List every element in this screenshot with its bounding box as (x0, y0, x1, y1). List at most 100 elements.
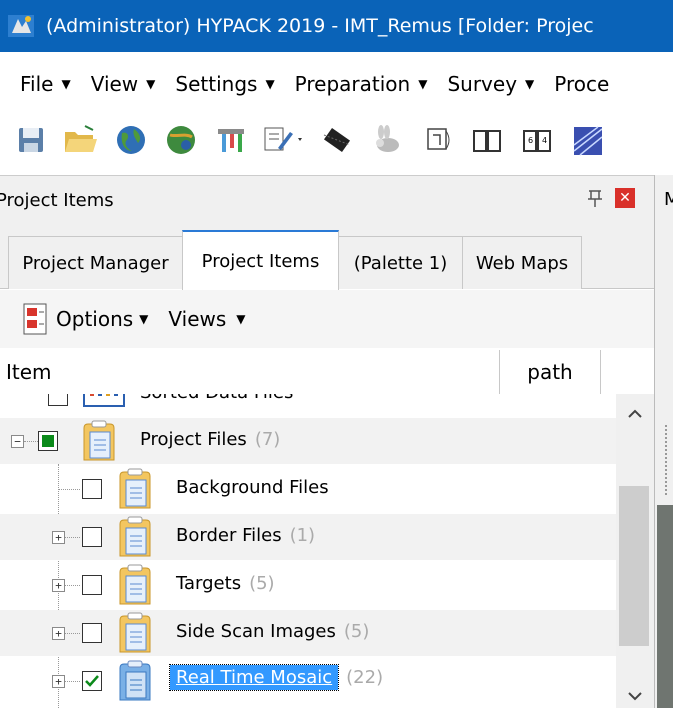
tree-row-project-files[interactable]: − Project Files (7) (0, 418, 616, 464)
open-folder-icon[interactable] (62, 121, 100, 159)
tree-row-sorted-data-files[interactable]: Sorted Data Files (0, 394, 616, 416)
panel-header: Project Items ✕ (0, 175, 654, 225)
menu-settings[interactable]: Settings ▼ (175, 72, 274, 96)
scroll-down-icon[interactable] (616, 684, 654, 708)
adjacent-panel-edge: M (654, 175, 673, 708)
tree-item-label-wrap: Border Files (1) (176, 525, 315, 546)
tree-row-real-time-mosaic[interactable]: + Real Time Mosaic (22) (0, 658, 616, 704)
checkbox[interactable] (82, 479, 102, 499)
options-toolbar: Options ▼ Views ▼ (0, 290, 654, 348)
chevron-down-icon: ▼ (236, 312, 246, 326)
menu-file[interactable]: File ▼ (20, 72, 71, 96)
tree-item-label: Side Scan Images (176, 621, 336, 642)
tree-item-label-wrap: Background Files (176, 477, 337, 498)
menu-bar: File ▼ View ▼ Settings ▼ Preparation ▼ Surve… (0, 62, 673, 106)
tree-connector (24, 441, 38, 442)
column-item[interactable]: Item (6, 350, 500, 394)
menu-preparation[interactable]: Preparation ▼ (295, 72, 428, 96)
splitter-grip[interactable] (665, 425, 670, 495)
book-icon[interactable] (468, 121, 506, 159)
tree-connector (58, 489, 80, 490)
tree-row-targets[interactable]: + Targets (5) (0, 562, 616, 608)
chevron-down-icon: ▼ (146, 77, 156, 91)
checkbox[interactable] (82, 623, 102, 643)
tree-item-label: Border Files (176, 525, 282, 546)
chevron-down-icon: ▼ (265, 77, 275, 91)
menu-view[interactable]: View ▼ (91, 72, 156, 96)
window-title: (Administrator) HYPACK 2019 - IMT_Remus … (46, 15, 594, 37)
tab-palette-1[interactable]: (Palette 1) (338, 236, 463, 289)
expand-icon[interactable]: + (52, 675, 65, 688)
column-path[interactable]: path (500, 350, 601, 394)
menu-processing[interactable]: Proce (554, 72, 609, 96)
wave-icon[interactable] (568, 121, 606, 159)
network-icon[interactable] (212, 121, 250, 159)
svg-text:6: 6 (528, 136, 533, 145)
tab-project-manager[interactable]: Project Manager (8, 236, 183, 289)
adjacent-panel-tab[interactable]: M (664, 189, 673, 210)
tree-row-side-scan-images[interactable]: + Side Scan Images (5) (0, 610, 616, 656)
chevron-down-icon: ▼ (525, 77, 535, 91)
checkbox[interactable] (82, 527, 102, 547)
hypack-app-icon[interactable] (6, 11, 36, 41)
tree-connector (65, 633, 80, 634)
options-menu[interactable]: Options ▼ (56, 307, 148, 331)
main-toolbar: 64 (0, 112, 673, 168)
tab-web-maps[interactable]: Web Maps (462, 236, 582, 289)
column-header: Item path (0, 350, 654, 395)
rabbit-icon[interactable] (368, 121, 406, 159)
document-folder-icon (118, 660, 152, 702)
close-icon[interactable]: ✕ (615, 188, 635, 208)
expand-icon[interactable]: + (52, 579, 65, 592)
tree-item-count: (7) (254, 429, 281, 450)
options-icon (20, 302, 50, 336)
tree-item-label-wrap: Side Scan Images (5) (176, 621, 369, 642)
tree-row-background-files[interactable]: Background Files (0, 466, 616, 512)
expand-icon[interactable]: + (52, 531, 65, 544)
document-folder-icon (118, 516, 152, 558)
chip-icon[interactable] (318, 121, 356, 159)
panel-title: Project Items (0, 189, 114, 211)
globe-icon[interactable] (112, 121, 150, 159)
chevron-down-icon: ▼ (139, 312, 149, 326)
project-items-tree: Sorted Data Files − Project Files (7) Bac… (0, 394, 616, 708)
tab-project-items[interactable]: Project Items (182, 230, 339, 291)
tree-item-label: Targets (176, 573, 242, 594)
checkbox-checked[interactable] (82, 671, 102, 691)
tree-scrollbar[interactable] (616, 394, 654, 708)
panel-tabs: Project Manager Project Items (Palette 1… (0, 224, 654, 291)
expand-icon[interactable]: + (52, 627, 65, 640)
document-folder-icon (118, 564, 152, 606)
chevron-down-icon: ▼ (418, 77, 428, 91)
menu-survey[interactable]: Survey ▼ (447, 72, 534, 96)
edit-pen-icon[interactable] (262, 121, 306, 159)
sphere-icon[interactable] (162, 121, 200, 159)
checkbox[interactable] (48, 394, 68, 406)
tree-item-count: (5) (249, 573, 275, 594)
pin-icon[interactable] (586, 188, 604, 213)
monitor-icon[interactable] (418, 121, 456, 159)
tree-connector (65, 537, 80, 538)
tree-item-label-selected[interactable]: Real Time Mosaic (168, 664, 340, 691)
tree-item-label-wrap: Project Files (7) (140, 429, 280, 450)
save-icon[interactable] (12, 121, 50, 159)
tree-item-label-wrap: Real Time Mosaic (22) (168, 664, 384, 691)
tree-item-count: (5) (343, 621, 370, 642)
tree-row-border-files[interactable]: + Border Files (1) (0, 514, 616, 560)
tree-item-count: (22) (346, 667, 384, 688)
document-folder-icon (118, 612, 152, 654)
checkbox[interactable] (82, 575, 102, 595)
adjacent-panel-content (657, 505, 673, 708)
svg-text:4: 4 (542, 136, 547, 145)
tree-item-label: Sorted Data Files (140, 394, 293, 403)
book-64-icon[interactable]: 64 (518, 121, 556, 159)
checkbox-partial[interactable] (38, 431, 58, 451)
collapse-icon[interactable]: − (11, 435, 24, 448)
views-menu[interactable]: Views ▼ (168, 307, 245, 331)
tree-item-label-wrap: Targets (5) (176, 573, 275, 594)
scroll-up-icon[interactable] (616, 394, 654, 434)
scrollbar-thumb[interactable] (619, 486, 649, 646)
tree-connector (65, 585, 80, 586)
tree-connector (65, 681, 80, 682)
document-folder-icon (82, 420, 116, 462)
